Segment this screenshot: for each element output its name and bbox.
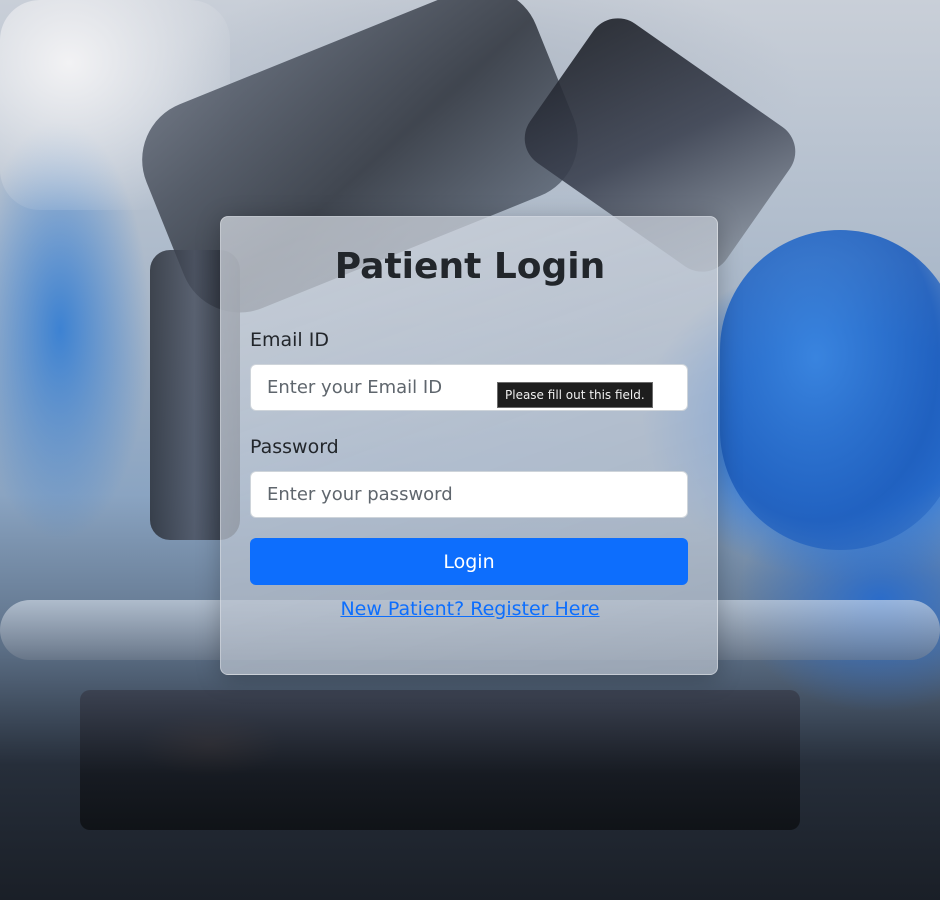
bg-microscope-base [80, 690, 800, 830]
register-link-container: New Patient? Register Here [0, 598, 940, 620]
validation-tooltip: Please fill out this field. [497, 382, 653, 408]
page-title: Patient Login [334, 246, 606, 287]
login-button[interactable]: Login [250, 538, 688, 585]
password-label: Password [250, 436, 339, 458]
password-field[interactable] [250, 471, 688, 518]
email-label: Email ID [250, 329, 329, 351]
register-link[interactable]: New Patient? Register Here [340, 598, 599, 620]
